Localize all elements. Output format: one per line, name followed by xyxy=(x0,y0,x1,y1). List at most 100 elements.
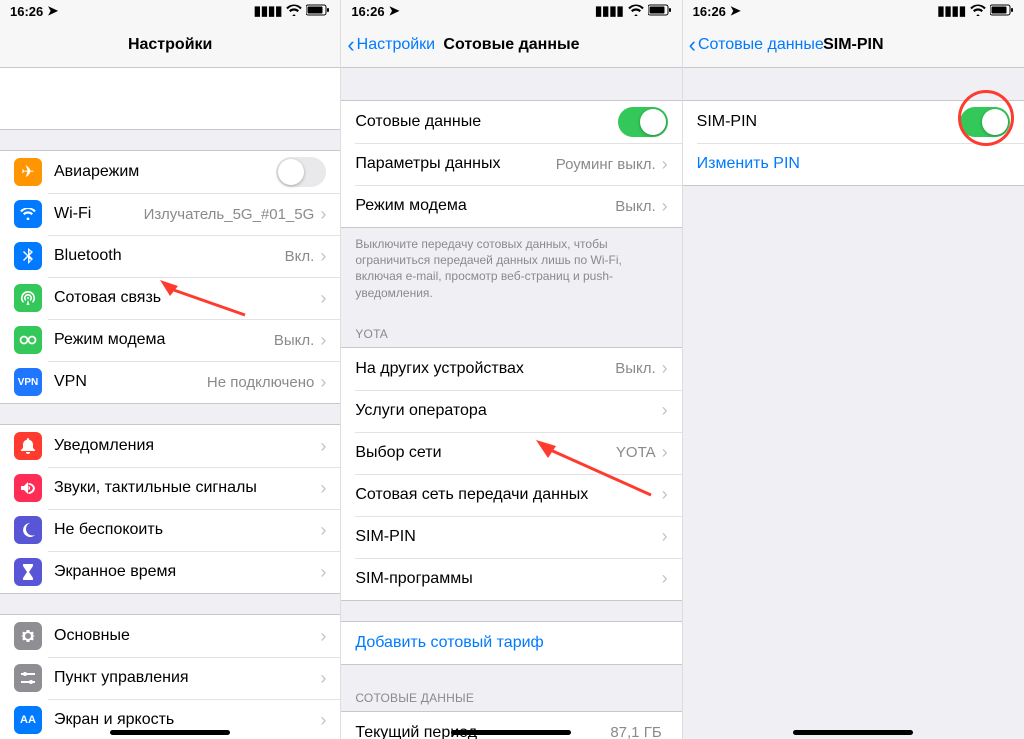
row-sounds[interactable]: Звуки, тактильные сигналы › xyxy=(0,467,340,509)
vpn-icon: VPN xyxy=(14,368,42,396)
row-cellular[interactable]: Сотовая связь › xyxy=(0,277,340,319)
chevron-left-icon: ‹ xyxy=(347,34,354,56)
status-time: 16:26 xyxy=(351,4,384,19)
airplane-toggle[interactable] xyxy=(276,157,326,187)
row-other-devices[interactable]: На других устройствах Выкл. › xyxy=(341,348,681,390)
row-data-network[interactable]: Сотовая сеть передачи данных › xyxy=(341,474,681,516)
hotspot-icon xyxy=(14,326,42,354)
row-sim-pin[interactable]: SIM-PIN xyxy=(683,101,1024,143)
row-label: Услуги оператора xyxy=(355,402,661,420)
row-label: Сотовая сеть передачи данных xyxy=(355,486,661,504)
wifi-icon xyxy=(628,4,644,19)
control-icon xyxy=(14,664,42,692)
row-label: Уведомления xyxy=(54,437,320,455)
status-time: 16:26 xyxy=(10,4,43,19)
hourglass-icon xyxy=(14,558,42,586)
row-label: SIM-PIN xyxy=(355,528,661,546)
notifications-icon xyxy=(14,432,42,460)
profile-card-placeholder[interactable] xyxy=(0,68,340,130)
row-hotspot[interactable]: Режим модема Выкл. › xyxy=(341,185,681,227)
row-control[interactable]: Пункт управления › xyxy=(0,657,340,699)
bluetooth-icon xyxy=(14,242,42,270)
nav-header: ‹ Сотовые данные SIM-PIN xyxy=(683,22,1024,68)
chevron-right-icon: › xyxy=(320,562,326,583)
battery-icon xyxy=(990,4,1014,19)
row-screentime[interactable]: Экранное время › xyxy=(0,551,340,593)
row-label: Параметры данных xyxy=(355,155,555,173)
gear-icon xyxy=(14,622,42,650)
row-detail: Выкл. xyxy=(274,332,314,349)
row-label: Не беспокоить xyxy=(54,521,320,539)
row-label: Режим модема xyxy=(54,331,274,349)
row-label: Экран и яркость xyxy=(54,711,320,729)
row-detail: Роуминг выкл. xyxy=(556,156,656,173)
row-detail: Не подключено xyxy=(207,374,314,391)
chevron-right-icon: › xyxy=(320,288,326,309)
chevron-right-icon: › xyxy=(320,330,326,351)
row-label: SIM-PIN xyxy=(697,113,960,131)
chevron-right-icon: › xyxy=(320,478,326,499)
chevron-right-icon: › xyxy=(320,710,326,731)
row-detail: YOTA xyxy=(616,444,656,461)
chevron-right-icon: › xyxy=(662,442,668,463)
row-airplane[interactable]: ✈ Авиарежим xyxy=(0,151,340,193)
row-label: Добавить сотовый тариф xyxy=(355,634,667,652)
row-vpn[interactable]: VPN VPN Не подключено › xyxy=(0,361,340,403)
chevron-right-icon: › xyxy=(320,204,326,225)
row-label: Пункт управления xyxy=(54,669,320,687)
row-detail: 87,1 ГБ xyxy=(610,724,661,739)
row-hotspot[interactable]: Режим модема Выкл. › xyxy=(0,319,340,361)
row-detail: Вкл. xyxy=(285,248,315,265)
row-dnd[interactable]: Не беспокоить › xyxy=(0,509,340,551)
row-data-options[interactable]: Параметры данных Роуминг выкл. › xyxy=(341,143,681,185)
row-detail: Выкл. xyxy=(615,198,655,215)
airplane-icon: ✈ xyxy=(14,158,42,186)
back-button[interactable]: ‹ Настройки xyxy=(347,22,435,67)
antenna-icon xyxy=(14,284,42,312)
row-label: Экранное время xyxy=(54,563,320,581)
row-label: Основные xyxy=(54,627,320,645)
row-bluetooth[interactable]: Bluetooth Вкл. › xyxy=(0,235,340,277)
group-header: СОТОВЫЕ ДАННЫЕ xyxy=(341,685,681,711)
back-label: Сотовые данные xyxy=(698,36,824,54)
row-add-plan[interactable]: Добавить сотовый тариф xyxy=(341,622,681,664)
display-icon: AA xyxy=(14,706,42,734)
row-sim-pin[interactable]: SIM-PIN › xyxy=(341,516,681,558)
page-title: Сотовые данные xyxy=(443,36,579,54)
status-bar: 16:26➤ ▮▮▮▮ xyxy=(341,0,681,22)
wifi-icon xyxy=(970,4,986,19)
row-label: Звуки, тактильные сигналы xyxy=(54,479,320,497)
wifi-icon xyxy=(14,200,42,228)
row-detail: Выкл. xyxy=(615,360,655,377)
battery-icon xyxy=(648,4,672,19)
chevron-right-icon: › xyxy=(662,358,668,379)
chevron-right-icon: › xyxy=(662,400,668,421)
row-wifi[interactable]: Wi-Fi Излучатель_5G_#01_5G › xyxy=(0,193,340,235)
row-label: Режим модема xyxy=(355,197,615,215)
nav-header: Настройки xyxy=(0,22,340,68)
back-button[interactable]: ‹ Сотовые данные xyxy=(689,22,824,67)
page-title: SIM-PIN xyxy=(823,36,883,54)
row-label: Сотовые данные xyxy=(355,113,617,131)
chevron-right-icon: › xyxy=(320,520,326,541)
signal-icon: ▮▮▮▮ xyxy=(254,3,283,19)
cellular-pane: 16:26➤ ▮▮▮▮ ‹ Настройки Сотовые данные С… xyxy=(341,0,682,739)
status-bar: 16:26➤ ▮▮▮▮ xyxy=(0,0,340,22)
row-network[interactable]: Выбор сети YOTA › xyxy=(341,432,681,474)
chevron-right-icon: › xyxy=(320,372,326,393)
row-general[interactable]: Основные › xyxy=(0,615,340,657)
chevron-right-icon: › xyxy=(320,436,326,457)
row-notifications[interactable]: Уведомления › xyxy=(0,425,340,467)
row-sim-apps[interactable]: SIM-программы › xyxy=(341,558,681,600)
row-cellular-data[interactable]: Сотовые данные xyxy=(341,101,681,143)
row-label: Сотовая связь xyxy=(54,289,320,307)
signal-icon: ▮▮▮▮ xyxy=(595,3,624,19)
simpin-toggle[interactable] xyxy=(960,107,1010,137)
row-change-pin[interactable]: Изменить PIN xyxy=(683,143,1024,185)
row-detail: Излучатель_5G_#01_5G xyxy=(144,206,315,223)
row-label: Изменить PIN xyxy=(697,155,1010,173)
page-title: Настройки xyxy=(128,36,212,54)
row-carrier[interactable]: Услуги оператора › xyxy=(341,390,681,432)
cellular-toggle[interactable] xyxy=(618,107,668,137)
wifi-icon xyxy=(286,4,302,19)
